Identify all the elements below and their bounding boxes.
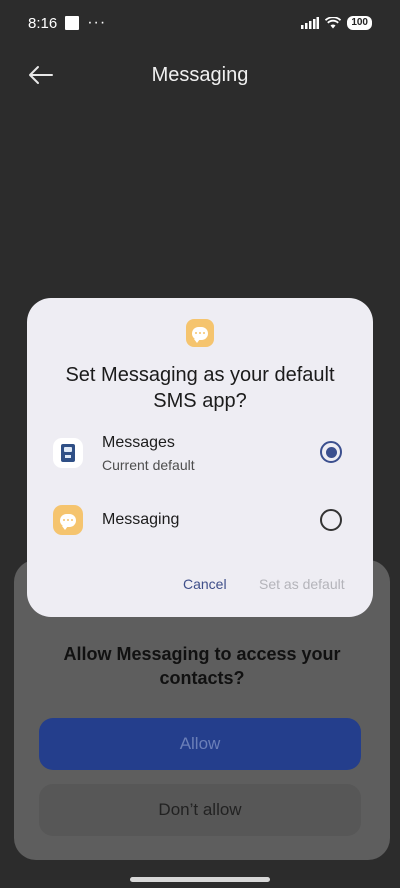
messaging-app-icon <box>53 505 83 535</box>
battery-icon: 100 <box>347 16 372 30</box>
chat-bubble-icon <box>192 326 208 343</box>
set-as-default-button[interactable]: Set as default <box>259 576 345 592</box>
option-messages[interactable]: Messages Current default <box>27 422 373 482</box>
page-title: Messaging <box>151 64 249 86</box>
radio-messages[interactable] <box>320 441 342 463</box>
radio-messaging[interactable] <box>320 509 342 531</box>
chat-bubble-icon <box>60 513 76 530</box>
notification-square-icon <box>65 16 80 30</box>
messaging-app-icon <box>186 319 214 347</box>
wifi-icon <box>325 17 342 29</box>
dont-allow-button[interactable]: Don’t allow <box>39 784 361 836</box>
option-messaging[interactable]: Messaging <box>27 490 373 550</box>
more-notifications-icon: ··· <box>87 14 107 31</box>
status-bar: 8:16 ··· 100 <box>0 0 400 46</box>
messages-app-icon <box>53 438 83 468</box>
permission-title: Allow Messaging to access your contacts? <box>63 644 341 688</box>
dialog-title: Set Messaging as your default SMS app? <box>65 364 335 412</box>
default-sms-dialog: Set Messaging as your default SMS app? M… <box>27 298 373 617</box>
cancel-button[interactable]: Cancel <box>183 576 227 592</box>
option-label: Messages <box>102 434 175 451</box>
allow-button[interactable]: Allow <box>39 718 361 770</box>
radio-selected-dot <box>325 446 337 458</box>
status-time: 8:16 <box>28 14 58 32</box>
app-bar: Messaging <box>0 50 400 100</box>
option-sublabel: Current default <box>102 457 195 473</box>
home-indicator[interactable] <box>130 877 270 882</box>
signal-icon <box>301 17 320 29</box>
option-label: Messaging <box>102 511 180 528</box>
